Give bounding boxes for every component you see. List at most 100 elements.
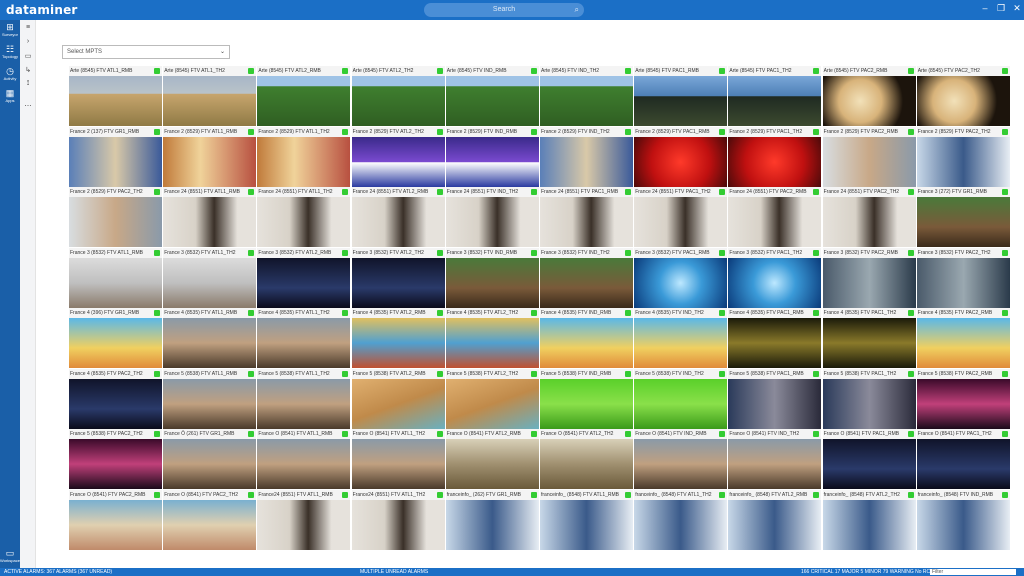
video-thumbnail[interactable] [728, 499, 822, 550]
video-tile[interactable]: France 4 (8535) FTV IND_TH2 [634, 308, 728, 368]
video-thumbnail[interactable] [916, 136, 1010, 187]
video-thumbnail[interactable] [163, 439, 257, 489]
video-thumbnail[interactable] [540, 318, 633, 368]
video-thumbnail[interactable] [163, 197, 257, 247]
video-tile[interactable]: France 4 (8535) FTV IND_RMB [540, 308, 633, 368]
video-tile[interactable]: Arte (8545) FTV PAC1_TH2 [728, 66, 822, 126]
video-thumbnail[interactable] [351, 318, 445, 368]
video-thumbnail[interactable] [69, 76, 162, 126]
video-tile[interactable]: France 5 (8538) FTV ATL1_TH2 [257, 368, 351, 429]
video-tile[interactable]: France O (8541) FTV PAC2_RMB [69, 489, 162, 550]
video-thumbnail[interactable] [540, 257, 633, 308]
video-tile[interactable]: France 3 (8532) FTV PAC2_RMB [822, 247, 916, 308]
video-thumbnail[interactable] [163, 318, 257, 368]
video-thumbnail[interactable] [916, 76, 1010, 126]
video-tile[interactable]: France 24 (8551) FTV PAC1_TH2 [634, 187, 728, 247]
sidebar-item-topology[interactable]: ☷ Topology [0, 44, 20, 59]
video-tile[interactable]: France 3 (8532) FTV ATL1_TH2 [163, 247, 257, 308]
video-tile[interactable]: France 5 (8538) FTV ATL2_RMB [351, 368, 445, 429]
video-tile[interactable]: France O (8541) FTV ATL1_TH2 [351, 429, 445, 489]
video-tile[interactable]: France 3 (8532) FTV IND_RMB [445, 247, 539, 308]
video-thumbnail[interactable] [634, 76, 728, 126]
video-tile[interactable]: France 3 (8532) FTV ATL2_RMB [257, 247, 351, 308]
video-tile[interactable]: France 24 (8551) FTV PAC2_TH2 [822, 187, 916, 247]
video-tile[interactable]: France Ô (261) FTV GR1_RMB [163, 429, 257, 489]
minimize-icon[interactable]: – [978, 3, 992, 13]
video-thumbnail[interactable] [257, 499, 351, 550]
video-tile[interactable]: France 3 (272) FTV GR1_RMB [916, 187, 1010, 247]
video-tile[interactable]: France O (8541) FTV PAC2_TH2 [163, 489, 257, 550]
video-thumbnail[interactable] [634, 439, 728, 489]
video-thumbnail[interactable] [540, 136, 633, 187]
route-icon[interactable]: ↳ [20, 66, 36, 74]
video-tile[interactable]: France 3 (8532) FTV ATL1_RMB [69, 247, 162, 308]
sidebar-item-apps[interactable]: ▦ Apps [0, 88, 20, 103]
video-thumbnail[interactable] [257, 318, 351, 368]
sidebar-item-activity[interactable]: ◷ Activity [0, 66, 20, 81]
video-tile[interactable]: France O (8541) FTV IND_TH2 [728, 429, 822, 489]
video-thumbnail[interactable] [69, 439, 162, 489]
video-tile[interactable]: France O (8541) FTV PAC1_TH2 [916, 429, 1010, 489]
video-thumbnail[interactable] [634, 499, 728, 550]
chevron-right-icon[interactable]: › [20, 38, 36, 45]
video-tile[interactable]: France 2 (137) FTV GR1_RMB [69, 126, 162, 187]
video-thumbnail[interactable] [822, 136, 916, 187]
video-thumbnail[interactable] [634, 197, 728, 247]
video-tile[interactable]: France 4 (8535) FTV PAC2_RMB [916, 308, 1010, 368]
video-thumbnail[interactable] [163, 499, 257, 550]
video-thumbnail[interactable] [540, 197, 633, 247]
video-tile[interactable]: franceinfo_ (8548) FTV ATL1_TH2 [634, 489, 728, 550]
video-tile[interactable]: franceinfo_ (8548) FTV ATL2_TH2 [822, 489, 916, 550]
video-thumbnail[interactable] [163, 257, 257, 308]
hamburger-icon[interactable]: ≡ [20, 24, 36, 31]
video-thumbnail[interactable] [69, 378, 162, 429]
video-thumbnail[interactable] [916, 499, 1010, 550]
video-thumbnail[interactable] [257, 136, 351, 187]
video-tile[interactable]: France 5 (8538) FTV PAC1_RMB [728, 368, 822, 429]
video-tile[interactable]: France 3 (8532) FTV ATL2_TH2 [351, 247, 445, 308]
video-thumbnail[interactable] [445, 499, 539, 550]
video-thumbnail[interactable] [445, 318, 539, 368]
video-tile[interactable]: France 24 (8551) FTV PAC2_RMB [728, 187, 822, 247]
video-tile[interactable]: France 3 (8532) FTV IND_TH2 [540, 247, 633, 308]
video-tile[interactable]: Arte (8545) FTV ATL2_TH2 [351, 66, 445, 126]
video-thumbnail[interactable] [351, 499, 445, 550]
video-tile[interactable]: France 4 (8535) FTV PAC2_TH2 [69, 368, 162, 429]
video-tile[interactable]: France 4 (8535) FTV ATL1_RMB [163, 308, 257, 368]
video-thumbnail[interactable] [540, 439, 633, 489]
video-tile[interactable]: France 5 (8538) FTV PAC2_RMB [916, 368, 1010, 429]
video-tile[interactable]: France 2 (8529) FTV IND_RMB [445, 126, 539, 187]
alarm-counts[interactable]: 166 CRITICAL 17 MAJOR 5 MINOR 79 WARNING… [801, 568, 944, 576]
video-thumbnail[interactable] [728, 257, 822, 308]
video-thumbnail[interactable] [822, 76, 916, 126]
video-tile[interactable]: franceinfo_ (8548) FTV IND_RMB [916, 489, 1010, 550]
video-tile[interactable]: France O (8541) FTV ATL2_TH2 [540, 429, 633, 489]
video-tile[interactable]: France 2 (8529) FTV ATL2_TH2 [351, 126, 445, 187]
video-tile[interactable]: France24 (8551) FTV ATL1_TH2 [351, 489, 445, 550]
video-tile[interactable]: France 4 (8535) FTV PAC1_TH2 [822, 308, 916, 368]
video-thumbnail[interactable] [634, 318, 728, 368]
video-thumbnail[interactable] [916, 378, 1010, 429]
video-thumbnail[interactable] [540, 76, 633, 126]
video-tile[interactable]: France 2 (8529) FTV PAC1_TH2 [728, 126, 822, 187]
video-thumbnail[interactable] [69, 257, 162, 308]
sidebar-item-workspace[interactable]: ▭ Workspace [0, 548, 20, 563]
video-tile[interactable]: France 4 (8535) FTV PAC1_RMB [728, 308, 822, 368]
video-tile[interactable]: Arte (8545) FTV PAC2_TH2 [916, 66, 1010, 126]
video-tile[interactable]: Arte (8545) FTV IND_TH2 [540, 66, 633, 126]
video-thumbnail[interactable] [822, 197, 916, 247]
video-thumbnail[interactable] [445, 76, 539, 126]
video-tile[interactable]: France 24 (8551) FTV PAC1_RMB [540, 187, 633, 247]
video-tile[interactable]: France 5 (8538) FTV ATL2_TH2 [445, 368, 539, 429]
video-thumbnail[interactable] [634, 257, 728, 308]
video-tile[interactable]: Arte (8545) FTV IND_RMB [445, 66, 539, 126]
video-thumbnail[interactable] [728, 439, 822, 489]
video-tile[interactable]: Arte (8545) FTV PAC2_RMB [822, 66, 916, 126]
video-tile[interactable]: franceinfo_ (8548) FTV ATL1_RMB [540, 489, 633, 550]
video-tile[interactable]: France O (8541) FTV PAC1_RMB [822, 429, 916, 489]
video-thumbnail[interactable] [257, 76, 351, 126]
video-tile[interactable]: France 2 (8529) FTV ATL1_RMB [163, 126, 257, 187]
video-tile[interactable]: France 2 (8529) FTV PAC2_RMB [822, 126, 916, 187]
video-thumbnail[interactable] [728, 136, 822, 187]
search-icon[interactable]: ⌕ [575, 3, 579, 17]
